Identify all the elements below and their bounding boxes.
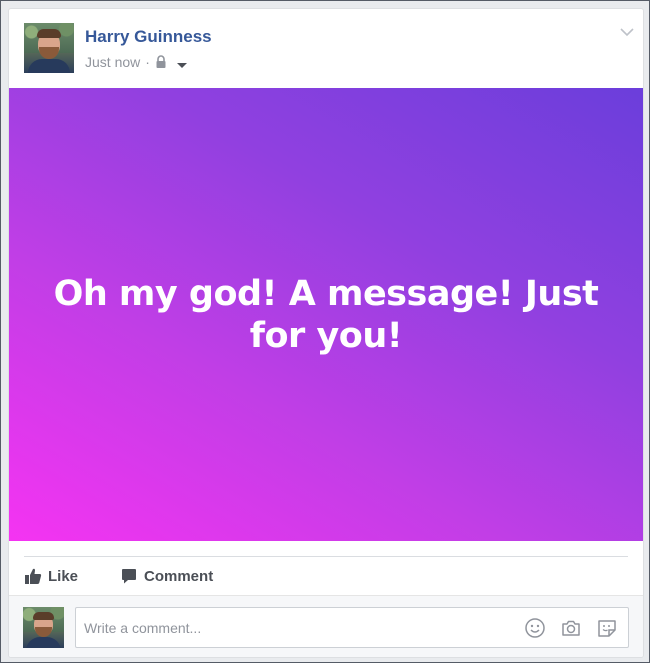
like-button[interactable]: Like <box>24 567 78 585</box>
comment-placeholder: Write a comment... <box>84 620 202 636</box>
chevron-down-icon[interactable] <box>619 25 635 37</box>
composer-icons <box>524 617 618 639</box>
window-frame: Harry Guinness Just now · Oh my god! A m… <box>0 0 650 663</box>
comment-label: Comment <box>144 567 214 585</box>
like-label: Like <box>48 567 79 585</box>
post-meta: Just now · <box>85 53 189 71</box>
comment-button[interactable]: Comment <box>120 567 213 585</box>
viewer-avatar <box>23 607 64 648</box>
sticker-icon[interactable] <box>596 617 618 639</box>
camera-icon[interactable] <box>560 617 582 639</box>
author-name-link[interactable]: Harry Guinness <box>85 27 212 47</box>
audience-selector-caret-icon[interactable] <box>175 57 189 68</box>
divider <box>24 556 628 557</box>
emoji-icon[interactable] <box>524 617 546 639</box>
post-content-gradient[interactable]: Oh my god! A message! Just for you! <box>9 88 643 541</box>
lock-icon <box>155 55 167 69</box>
post-actions: Like Comment <box>24 564 255 588</box>
author-avatar[interactable] <box>24 23 74 73</box>
meta-separator: · <box>145 54 150 70</box>
comment-input[interactable]: Write a comment... <box>75 607 629 648</box>
post-timestamp[interactable]: Just now <box>85 54 140 70</box>
thumbs-up-icon <box>24 567 42 585</box>
post-text: Oh my god! A message! Just for you! <box>53 273 599 356</box>
post-card: Harry Guinness Just now · Oh my god! A m… <box>8 8 644 658</box>
speech-bubble-icon <box>120 567 138 585</box>
